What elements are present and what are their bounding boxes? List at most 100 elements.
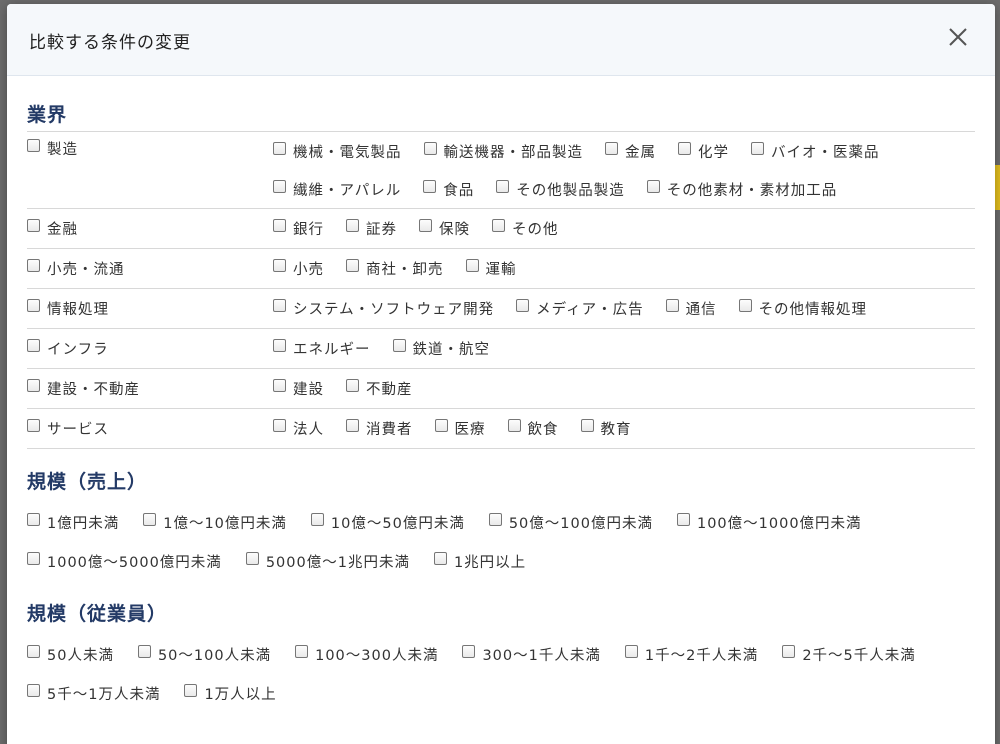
sales-option-checkbox[interactable]: 1億円未満 [27, 503, 119, 542]
industry-checkbox[interactable]: サービス [27, 415, 109, 442]
checkbox[interactable] [605, 141, 618, 155]
checkbox[interactable] [346, 259, 359, 272]
checkbox[interactable] [782, 645, 796, 658]
checkbox[interactable] [273, 179, 286, 193]
checkbox[interactable] [434, 419, 448, 432]
employees-option-checkbox[interactable]: 1万人以上 [184, 674, 276, 713]
checkbox[interactable] [27, 552, 40, 565]
subcategory-checkbox[interactable]: 金属 [605, 132, 656, 170]
subcategory-checkbox[interactable]: 商社・卸売 [346, 255, 444, 282]
subcategory-checkbox[interactable]: 機械・電気製品 [273, 132, 402, 170]
employees-option-checkbox[interactable]: 300〜1千人未満 [462, 635, 600, 674]
employees-option-checkbox[interactable]: 50〜100人未満 [137, 635, 271, 674]
employees-option-checkbox[interactable]: 100〜300人未満 [295, 635, 438, 674]
checkbox[interactable] [738, 299, 752, 312]
subcategory-checkbox[interactable]: 鉄道・航空 [392, 335, 491, 362]
checkbox[interactable] [27, 138, 40, 152]
checkbox[interactable] [273, 259, 286, 272]
checkbox[interactable] [184, 684, 198, 697]
checkbox[interactable] [27, 339, 40, 352]
checkbox[interactable] [433, 552, 447, 565]
sales-option-checkbox[interactable]: 5000億〜1兆円未満 [245, 542, 410, 581]
subcategory-checkbox[interactable]: 証券 [346, 215, 397, 242]
checkbox[interactable] [516, 299, 530, 312]
checkbox[interactable] [624, 645, 638, 658]
sales-option-checkbox[interactable]: 1兆円以上 [433, 542, 526, 581]
checkbox[interactable] [295, 645, 309, 658]
checkbox[interactable] [273, 339, 286, 352]
sales-option-checkbox[interactable]: 10億〜50億円未満 [310, 503, 465, 542]
close-button[interactable] [945, 24, 971, 50]
subcategory-checkbox[interactable]: 運輸 [465, 255, 517, 282]
subcategory-checkbox[interactable]: 消費者 [346, 415, 413, 442]
subcategory-checkbox[interactable]: 不動産 [346, 375, 413, 402]
industry-checkbox[interactable]: 建設・不動産 [27, 375, 140, 402]
checkbox[interactable] [27, 684, 40, 697]
subcategory-checkbox[interactable]: 輸送機器・部品製造 [423, 132, 584, 170]
checkbox[interactable] [665, 299, 679, 312]
subcategory-checkbox[interactable]: その他素材・素材加工品 [646, 170, 838, 208]
subcategory-checkbox[interactable]: システム・ソフトウェア開発 [273, 295, 494, 322]
subcategory-checkbox[interactable]: 食品 [423, 170, 474, 208]
checkbox[interactable] [273, 219, 286, 232]
subcategory-checkbox[interactable]: 飲食 [507, 415, 559, 442]
checkbox[interactable] [27, 219, 40, 232]
subcategory-checkbox[interactable]: 銀行 [273, 215, 324, 242]
checkbox[interactable] [423, 141, 437, 155]
checkbox[interactable] [27, 645, 40, 658]
subcategory-checkbox[interactable]: 保険 [419, 215, 470, 242]
checkbox[interactable] [27, 299, 40, 312]
checkbox[interactable] [27, 379, 40, 392]
checkbox[interactable] [346, 379, 359, 392]
checkbox[interactable] [751, 141, 764, 155]
checkbox[interactable] [27, 513, 40, 526]
subcategory-checkbox[interactable]: バイオ・医薬品 [751, 132, 880, 170]
checkbox[interactable] [465, 259, 479, 272]
subcategory-checkbox[interactable]: その他 [492, 215, 559, 242]
checkbox[interactable] [346, 419, 359, 432]
subcategory-checkbox[interactable]: 医療 [434, 415, 486, 442]
sales-option-checkbox[interactable]: 1億〜10億円未満 [143, 503, 287, 542]
checkbox[interactable] [462, 645, 476, 658]
checkbox[interactable] [310, 513, 324, 526]
industry-checkbox[interactable]: 製造 [27, 132, 78, 164]
checkbox[interactable] [245, 552, 259, 565]
checkbox[interactable] [273, 299, 286, 312]
employees-option-checkbox[interactable]: 1千〜2千人未満 [624, 635, 758, 674]
industry-checkbox[interactable]: 小売・流通 [27, 255, 125, 282]
subcategory-checkbox[interactable]: 繊維・アパレル [273, 170, 401, 208]
subcategory-checkbox[interactable]: 教育 [580, 415, 632, 442]
industry-checkbox[interactable]: 金融 [27, 215, 78, 242]
checkbox[interactable] [392, 339, 406, 352]
sales-option-checkbox[interactable]: 1000億〜5000億円未満 [27, 542, 222, 581]
checkbox[interactable] [273, 379, 286, 392]
checkbox[interactable] [27, 259, 40, 272]
sales-option-checkbox[interactable]: 100億〜1000億円未満 [676, 503, 862, 542]
subcategory-checkbox[interactable]: その他製品製造 [496, 170, 625, 208]
subcategory-checkbox[interactable]: 建設 [273, 375, 324, 402]
checkbox[interactable] [273, 419, 286, 432]
subcategory-checkbox[interactable]: 通信 [665, 295, 717, 322]
checkbox[interactable] [507, 419, 521, 432]
employees-option-checkbox[interactable]: 5千〜1万人未満 [27, 674, 160, 713]
checkbox[interactable] [27, 419, 40, 432]
checkbox[interactable] [273, 141, 286, 155]
checkbox[interactable] [143, 513, 157, 526]
checkbox[interactable] [137, 645, 151, 658]
checkbox[interactable] [488, 513, 502, 526]
checkbox[interactable] [646, 179, 660, 193]
industry-checkbox[interactable]: 情報処理 [27, 295, 109, 322]
checkbox[interactable] [496, 179, 510, 193]
employees-option-checkbox[interactable]: 2千〜5千人未満 [782, 635, 915, 674]
checkbox[interactable] [580, 419, 594, 432]
checkbox[interactable] [423, 179, 437, 193]
checkbox[interactable] [678, 141, 691, 155]
subcategory-checkbox[interactable]: 化学 [678, 132, 729, 170]
subcategory-checkbox[interactable]: その他情報処理 [738, 295, 868, 322]
subcategory-checkbox[interactable]: 法人 [273, 415, 324, 442]
checkbox[interactable] [346, 219, 359, 232]
checkbox[interactable] [676, 513, 690, 526]
sales-option-checkbox[interactable]: 50億〜100億円未満 [488, 503, 653, 542]
employees-option-checkbox[interactable]: 50人未満 [27, 635, 114, 674]
subcategory-checkbox[interactable]: メディア・広告 [516, 295, 643, 322]
